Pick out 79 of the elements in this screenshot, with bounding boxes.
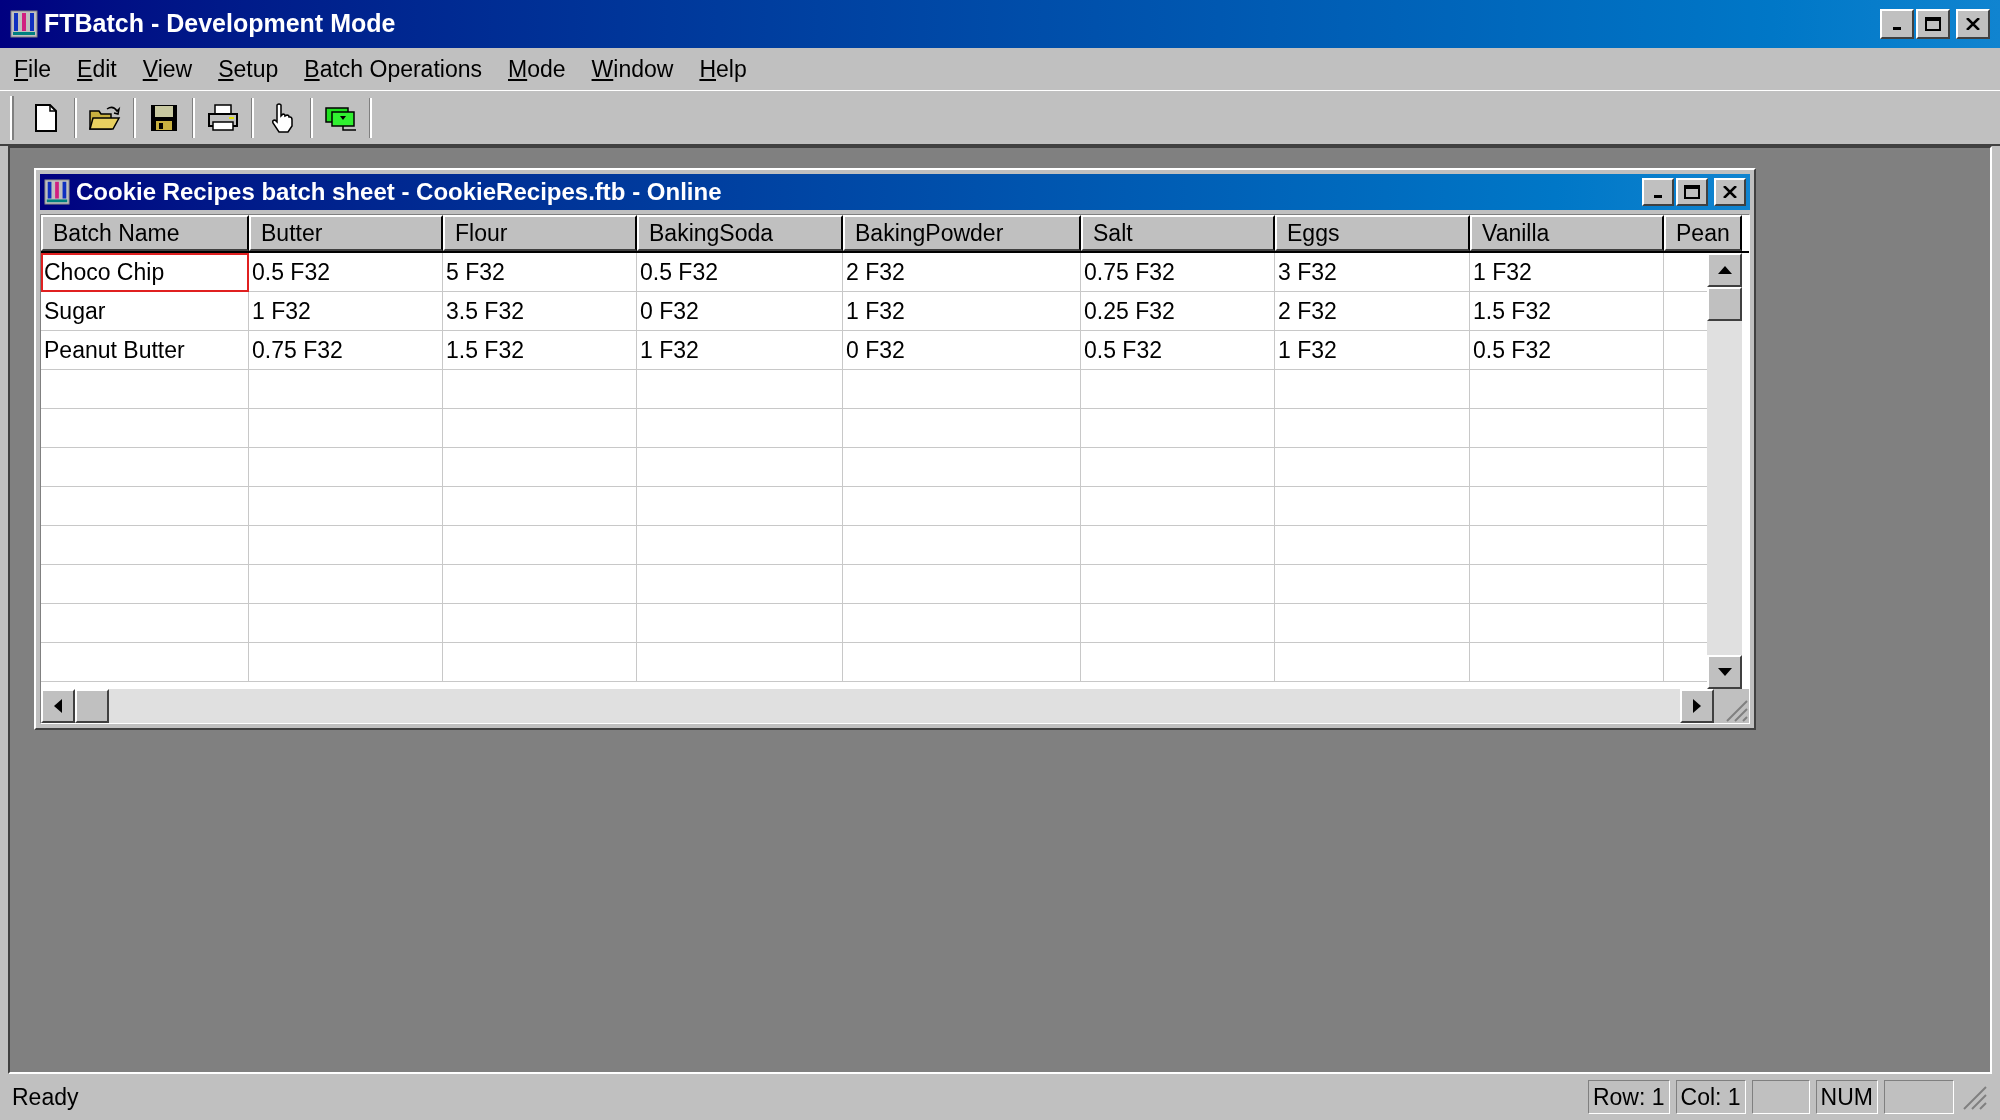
menu-item[interactable]: Setup bbox=[218, 51, 279, 87]
maximize-button[interactable] bbox=[1916, 9, 1950, 39]
app-icon bbox=[10, 10, 38, 38]
menu-item[interactable]: Mode bbox=[508, 51, 566, 87]
table-cell: 1.5 F32 bbox=[1470, 292, 1664, 331]
column-header[interactable]: Vanilla bbox=[1470, 215, 1664, 251]
printer-icon bbox=[207, 103, 239, 132]
column-header[interactable]: Salt bbox=[1081, 215, 1275, 251]
status-panel bbox=[1751, 1080, 1810, 1114]
maximize-button[interactable] bbox=[1676, 178, 1708, 206]
menu-item[interactable]: Batch Operations bbox=[304, 51, 482, 87]
table-cell: 2 F32 bbox=[1275, 292, 1470, 331]
column-header[interactable]: Flour bbox=[443, 215, 637, 251]
scroll-thumb[interactable] bbox=[1707, 287, 1742, 321]
table-cell: 0.25 F32 bbox=[1081, 292, 1275, 331]
column-header[interactable]: Butter bbox=[249, 215, 443, 251]
column-header[interactable]: BakingPowder bbox=[843, 215, 1081, 251]
new-document-icon bbox=[34, 103, 58, 132]
right-arrow-icon bbox=[1693, 699, 1701, 713]
status-panel: Row: 1 bbox=[1587, 1080, 1670, 1114]
close-button[interactable] bbox=[1714, 178, 1746, 206]
status-panel: Col: 1 bbox=[1675, 1080, 1746, 1114]
table-cell: 1 F32 bbox=[843, 292, 1081, 331]
minimize-button[interactable] bbox=[1880, 9, 1914, 39]
hand-pointer-icon bbox=[271, 102, 293, 133]
close-icon bbox=[1723, 186, 1737, 198]
table-cell: Peanut Butter bbox=[41, 331, 249, 370]
table-cell: 0.5 F32 bbox=[249, 253, 443, 292]
table-cell: 0.5 F32 bbox=[1470, 331, 1664, 370]
table-cell: 3 F32 bbox=[1275, 253, 1470, 292]
status-panel: NUM bbox=[1815, 1080, 1878, 1114]
menu-item[interactable]: View bbox=[142, 51, 193, 87]
table-cell: 0.5 F32 bbox=[1081, 331, 1275, 370]
table-cell: 0 F32 bbox=[843, 331, 1081, 370]
table-cell: 0.75 F32 bbox=[1081, 253, 1275, 292]
scroll-left-button[interactable] bbox=[41, 689, 75, 723]
column-header[interactable]: Eggs bbox=[1275, 215, 1470, 251]
table-cell: 0 F32 bbox=[637, 292, 843, 331]
table-cell: 1 F32 bbox=[249, 292, 443, 331]
scroll-right-button[interactable] bbox=[1680, 689, 1714, 723]
maximize-icon bbox=[1684, 185, 1700, 199]
menu-item[interactable]: Edit bbox=[77, 51, 117, 87]
status-panel bbox=[1884, 1080, 1954, 1114]
child-window-title: Cookie Recipes batch sheet - CookieRecipes.ftb - Online bbox=[76, 177, 723, 207]
table-cell: Choco Chip bbox=[41, 253, 249, 292]
close-button[interactable] bbox=[1956, 9, 1990, 39]
vertical-scrollbar[interactable] bbox=[1707, 253, 1742, 689]
table-cell: 0.5 F32 bbox=[637, 253, 843, 292]
minimize-icon bbox=[1654, 194, 1662, 198]
table-cell: 2 F32 bbox=[843, 253, 1081, 292]
table-cell: 1.5 F32 bbox=[443, 331, 637, 370]
column-header[interactable]: BakingSoda bbox=[637, 215, 843, 251]
table-cell: 5 F32 bbox=[443, 253, 637, 292]
scroll-thumb[interactable] bbox=[75, 689, 109, 723]
table-cell: 1 F32 bbox=[1275, 331, 1470, 370]
menu-item[interactable]: File bbox=[14, 51, 52, 87]
minimize-icon bbox=[1893, 26, 1901, 30]
column-header[interactable]: Pean bbox=[1664, 215, 1742, 251]
up-arrow-icon bbox=[1717, 266, 1732, 274]
maximize-icon bbox=[1925, 17, 1941, 31]
folder-icon bbox=[89, 104, 121, 131]
horizontal-scrollbar[interactable] bbox=[41, 689, 1714, 723]
status-message: Ready bbox=[12, 1082, 80, 1112]
table-cell: 3.5 F32 bbox=[443, 292, 637, 331]
table-cell: 1 F32 bbox=[1470, 253, 1664, 292]
scroll-down-button[interactable] bbox=[1707, 655, 1742, 689]
menu-item[interactable]: Help bbox=[699, 51, 747, 87]
down-arrow-icon bbox=[1717, 668, 1732, 676]
left-arrow-icon bbox=[54, 699, 62, 713]
table-cell: 1 F32 bbox=[637, 331, 843, 370]
window-title: FTBatch - Development Mode bbox=[44, 8, 397, 40]
menu-item[interactable]: Window bbox=[591, 51, 674, 87]
table-cell: Sugar bbox=[41, 292, 249, 331]
close-icon bbox=[1966, 18, 1980, 30]
app-icon bbox=[44, 179, 70, 205]
column-header[interactable]: Batch Name bbox=[41, 215, 249, 251]
minimize-button[interactable] bbox=[1642, 178, 1674, 206]
scroll-up-button[interactable] bbox=[1707, 253, 1742, 287]
table-cell: 0.75 F32 bbox=[249, 331, 443, 370]
